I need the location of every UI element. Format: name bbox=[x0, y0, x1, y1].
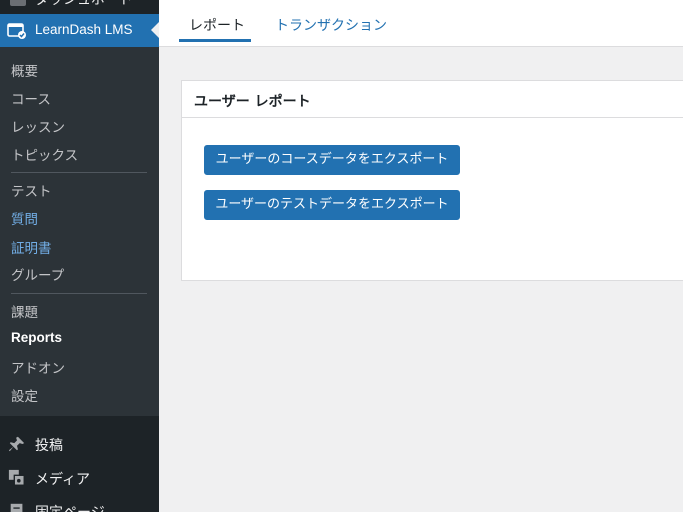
submenu-item-quizzes[interactable]: テスト bbox=[11, 180, 52, 200]
sidebar-item-label: 固定ページ bbox=[35, 502, 105, 512]
submenu-item-reports[interactable]: Reports bbox=[11, 330, 62, 345]
submenu-item-topics[interactable]: トピックス bbox=[11, 144, 78, 164]
submenu-item-addons[interactable]: アドオン bbox=[11, 357, 65, 377]
sidebar-item-media[interactable]: メディア bbox=[0, 463, 159, 493]
pushpin-icon bbox=[8, 436, 25, 452]
learndash-submenu: 概要 コース レッスン トピックス テスト 質問 証明書 グループ 課題 Rep… bbox=[0, 47, 159, 416]
submenu-item-settings[interactable]: 設定 bbox=[11, 385, 38, 405]
admin-sidebar: ダッシュボード LearnDash LMS 概要 コース レッスン トピックス … bbox=[0, 0, 159, 512]
sidebar-item-posts[interactable]: 投稿 bbox=[0, 429, 159, 459]
sidebar-item-label: ダッシュボード bbox=[35, 0, 133, 8]
sidebar-item-dashboard[interactable]: ダッシュボード bbox=[0, 0, 159, 10]
media-icon bbox=[8, 469, 25, 486]
submenu-item-lessons[interactable]: レッスン bbox=[11, 116, 65, 136]
sidebar-item-label: メディア bbox=[35, 472, 91, 488]
sidebar-item-label: LearnDash LMS bbox=[35, 22, 133, 37]
sidebar-item-label: 投稿 bbox=[35, 438, 63, 454]
submenu-item-overview[interactable]: 概要 bbox=[11, 60, 38, 80]
submenu-item-questions[interactable]: 質問 bbox=[11, 208, 38, 228]
sidebar-item-learndash[interactable]: LearnDash LMS bbox=[0, 14, 159, 47]
panel-header: ユーザー レポート bbox=[182, 81, 683, 118]
export-course-data-button[interactable]: ユーザーのコースデータをエクスポート bbox=[204, 145, 460, 175]
submenu-divider bbox=[11, 172, 147, 173]
current-menu-arrow bbox=[151, 22, 159, 38]
page-icon bbox=[10, 503, 23, 512]
user-report-panel: ユーザー レポート ユーザーのコースデータをエクスポート ユーザーのテストデータ… bbox=[181, 80, 683, 281]
main-content: レポート トランザクション ユーザー レポート ユーザーのコースデータをエクスポ… bbox=[159, 0, 683, 512]
panel-title: ユーザー レポート bbox=[194, 94, 311, 110]
dashboard-icon bbox=[10, 0, 26, 6]
active-tab-indicator bbox=[179, 39, 251, 42]
submenu-item-certificates[interactable]: 証明書 bbox=[11, 237, 52, 257]
submenu-item-assignments[interactable]: 課題 bbox=[11, 301, 38, 321]
learndash-icon bbox=[7, 23, 26, 39]
sidebar-item-pages[interactable]: 固定ページ bbox=[0, 496, 159, 512]
submenu-item-courses[interactable]: コース bbox=[11, 88, 51, 108]
export-quiz-data-button[interactable]: ユーザーのテストデータをエクスポート bbox=[204, 190, 460, 220]
submenu-divider bbox=[11, 293, 147, 294]
tab-reports[interactable]: レポート bbox=[179, 15, 255, 35]
report-tabs: レポート トランザクション bbox=[159, 0, 683, 47]
submenu-item-groups[interactable]: グループ bbox=[11, 264, 64, 284]
tab-transactions[interactable]: トランザクション bbox=[275, 15, 387, 35]
